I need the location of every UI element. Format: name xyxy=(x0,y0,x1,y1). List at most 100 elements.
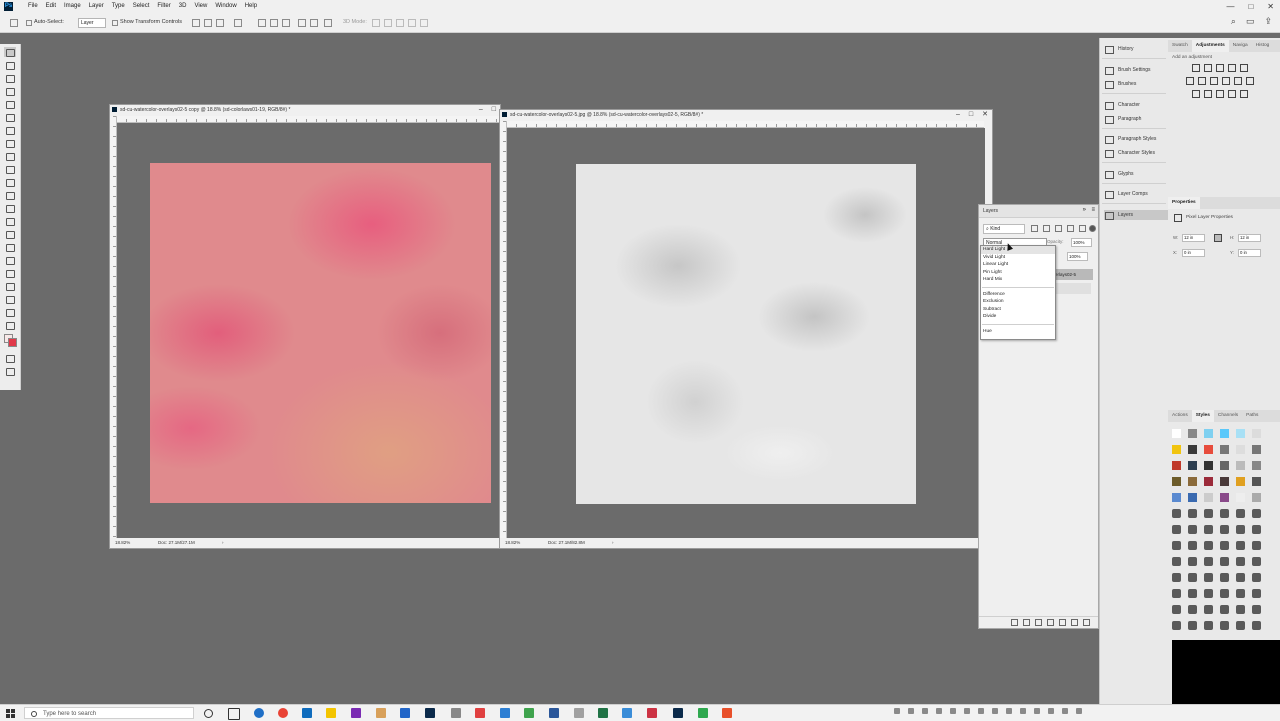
style-swatch[interactable] xyxy=(1252,477,1261,486)
style-swatch[interactable] xyxy=(1188,445,1197,454)
pixel-filter-icon[interactable] xyxy=(1031,225,1038,232)
eraser-tool-icon[interactable] xyxy=(4,190,16,200)
doc-maximize-button[interactable]: □ xyxy=(969,110,973,120)
distribute-more-icon[interactable] xyxy=(324,19,332,27)
menu-type[interactable]: Type xyxy=(108,0,129,13)
task-view-icon[interactable] xyxy=(228,708,240,720)
character-styles-panel-button[interactable]: Character Styles xyxy=(1104,148,1155,158)
app-icon-2[interactable] xyxy=(400,708,410,718)
style-swatch[interactable] xyxy=(1220,461,1229,470)
quick-select-tool-icon[interactable] xyxy=(4,86,16,96)
dodge-tool-icon[interactable] xyxy=(4,229,16,239)
document-titlebar-left[interactable]: sd-cu-watercolor-overlays02-5 copy @ 18.… xyxy=(110,105,500,115)
app-icon-8[interactable] xyxy=(647,708,657,718)
windows-start-icon[interactable] xyxy=(6,709,15,718)
layer-comps-panel-button[interactable]: Layer Comps xyxy=(1104,189,1148,199)
zoom-tool-icon[interactable] xyxy=(4,307,16,317)
layers-panel-button[interactable]: Layers xyxy=(1104,210,1168,220)
path-select-tool-icon[interactable] xyxy=(4,268,16,278)
distribute-top-icon[interactable] xyxy=(258,19,266,27)
style-swatch[interactable] xyxy=(1252,557,1261,566)
menu-help[interactable]: Help xyxy=(241,0,261,13)
layer-row[interactable] xyxy=(1053,283,1091,294)
style-swatch[interactable] xyxy=(1252,525,1261,534)
threshold-icon[interactable] xyxy=(1216,90,1224,98)
style-swatch[interactable] xyxy=(1204,605,1213,614)
tray-icon[interactable] xyxy=(992,708,998,714)
pink-watercolor-canvas[interactable] xyxy=(150,163,491,503)
hand-tool-icon[interactable] xyxy=(4,294,16,304)
style-swatch[interactable] xyxy=(1236,493,1245,502)
pen-tool-icon[interactable] xyxy=(4,242,16,252)
y-field[interactable]: 0 in xyxy=(1238,249,1261,257)
3d-roll-icon[interactable] xyxy=(384,19,392,27)
style-swatch[interactable] xyxy=(1172,477,1181,486)
style-swatch[interactable] xyxy=(1236,509,1245,518)
style-swatch[interactable] xyxy=(1172,493,1181,502)
doc-maximize-button[interactable]: □ xyxy=(492,105,496,115)
photo-filter-icon[interactable] xyxy=(1222,77,1230,85)
tray-icon[interactable] xyxy=(908,708,914,714)
background-color-swatch[interactable] xyxy=(8,338,17,347)
style-swatch[interactable] xyxy=(1220,605,1229,614)
tab-navigator[interactable]: Naviga xyxy=(1229,40,1252,52)
blend-option-exclusion[interactable]: Exclusion xyxy=(981,298,1055,306)
style-swatch[interactable] xyxy=(1172,445,1181,454)
menu-filter[interactable]: Filter xyxy=(153,0,174,13)
adjustment-filter-icon[interactable] xyxy=(1043,225,1050,232)
document-titlebar-right[interactable]: sd-cu-watercolor-overlays02-5.jpg @ 18.8… xyxy=(500,110,992,120)
style-swatch[interactable] xyxy=(1204,557,1213,566)
align-more-icon[interactable] xyxy=(234,19,242,27)
minimize-button[interactable]: — xyxy=(1226,0,1234,13)
doc-close-button[interactable]: ✕ xyxy=(982,110,988,120)
style-swatch[interactable] xyxy=(1236,621,1245,630)
taskbar-search-box[interactable]: Type here to search xyxy=(24,707,194,719)
style-swatch[interactable] xyxy=(1236,525,1245,534)
app-icon-6[interactable] xyxy=(574,708,584,718)
style-swatch[interactable] xyxy=(1220,493,1229,502)
collapse-icon[interactable]: » xyxy=(1083,207,1086,213)
screen-mode-icon[interactable] xyxy=(4,366,16,376)
app-icon-10[interactable] xyxy=(722,708,732,718)
blend-option-hue[interactable]: Hue xyxy=(981,328,1055,336)
fx-icon[interactable] xyxy=(1023,619,1030,626)
style-swatch[interactable] xyxy=(1188,589,1197,598)
style-swatch[interactable] xyxy=(1204,429,1213,438)
style-swatch[interactable] xyxy=(1204,541,1213,550)
share-icon[interactable]: ⇪ xyxy=(1264,16,1272,27)
quick-mask-icon[interactable] xyxy=(4,353,16,363)
style-swatch[interactable] xyxy=(1172,589,1181,598)
style-swatch[interactable] xyxy=(1204,477,1213,486)
selective-color-icon[interactable] xyxy=(1240,90,1248,98)
style-swatch[interactable] xyxy=(1236,445,1245,454)
style-swatch[interactable] xyxy=(1188,605,1197,614)
paragraph-styles-panel-button[interactable]: Paragraph Styles xyxy=(1104,134,1156,144)
status-arrow-icon[interactable]: › xyxy=(222,539,224,547)
shape-filter-icon[interactable] xyxy=(1067,225,1074,232)
style-swatch[interactable] xyxy=(1188,541,1197,550)
workspace-icon[interactable]: ▭ xyxy=(1246,16,1255,27)
marquee-tool-icon[interactable] xyxy=(4,60,16,70)
style-swatch[interactable] xyxy=(1220,477,1229,486)
tray-icon[interactable] xyxy=(950,708,956,714)
style-swatch[interactable] xyxy=(1252,605,1261,614)
doc-minimize-button[interactable]: – xyxy=(956,110,960,120)
cortana-icon[interactable] xyxy=(204,709,213,718)
file-explorer-icon[interactable] xyxy=(326,708,336,718)
style-swatch[interactable] xyxy=(1252,429,1261,438)
style-swatch[interactable] xyxy=(1220,429,1229,438)
app-icon-3[interactable] xyxy=(451,708,461,718)
crop-tool-icon[interactable] xyxy=(4,99,16,109)
panel-menu-icon[interactable]: ≡ xyxy=(1091,207,1095,213)
exposure-icon[interactable] xyxy=(1228,64,1236,72)
tray-icon[interactable] xyxy=(1048,708,1054,714)
tray-icon[interactable] xyxy=(1076,708,1082,714)
shape-tool-icon[interactable] xyxy=(4,281,16,291)
zoom-level[interactable]: 18.82% xyxy=(505,539,520,547)
outlook-icon[interactable] xyxy=(302,708,312,718)
lasso-tool-icon[interactable] xyxy=(4,73,16,83)
status-arrow-icon[interactable]: › xyxy=(612,539,614,547)
frame-tool-icon[interactable] xyxy=(4,112,16,122)
blur-tool-icon[interactable] xyxy=(4,216,16,226)
blend-option-difference[interactable]: Difference xyxy=(981,291,1055,299)
